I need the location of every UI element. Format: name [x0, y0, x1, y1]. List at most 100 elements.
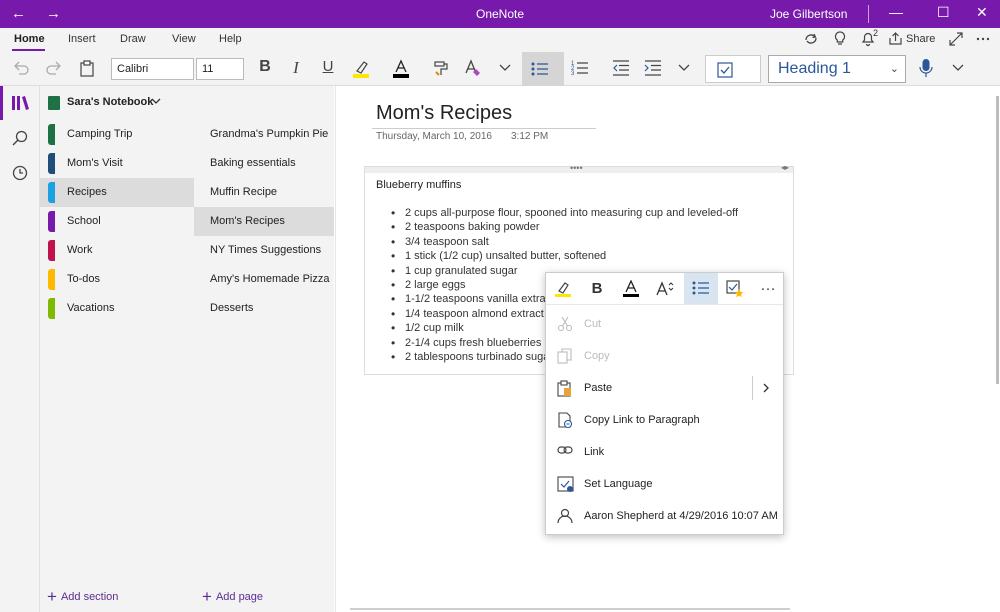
- page-item[interactable]: NY Times Suggestions: [194, 236, 334, 265]
- underline-button[interactable]: U: [317, 58, 339, 75]
- chevron-down-icon[interactable]: [952, 64, 964, 72]
- page-item[interactable]: Baking essentials: [194, 149, 334, 178]
- list-item[interactable]: 1 stick (1/2 cup) unsalted butter, softe…: [391, 249, 738, 264]
- menu-item-link[interactable]: Link: [546, 436, 783, 468]
- font-size-button[interactable]: [648, 273, 682, 304]
- page-title[interactable]: Mom's Recipes: [376, 102, 512, 125]
- font-color-button[interactable]: [614, 273, 648, 304]
- numbered-list-icon[interactable]: 1 2 3: [571, 59, 589, 77]
- highlight-icon: [555, 282, 571, 297]
- expand-icon[interactable]: [949, 32, 963, 46]
- list-item[interactable]: 2 teaspoons baking powder: [391, 220, 738, 235]
- search-icon[interactable]: [12, 130, 28, 146]
- undo-icon[interactable]: [12, 60, 30, 76]
- context-menu: B ··· Cut Copy Paste Copy Link to Paragr…: [545, 272, 784, 535]
- menu-item-author[interactable]: Aaron Shepherd at 4/29/2016 10:07 AM: [546, 500, 783, 532]
- chevron-down-icon[interactable]: [499, 64, 511, 72]
- minimize-icon[interactable]: —: [889, 4, 903, 20]
- list-item[interactable]: 2 cups all-purpose flour, spooned into m…: [391, 206, 738, 221]
- page-item[interactable]: Amy's Homemade Pizza: [194, 265, 334, 294]
- section-color-tab: [48, 211, 55, 232]
- title-underline: [372, 128, 596, 129]
- section-item-to-dos[interactable]: To-dos: [40, 265, 194, 294]
- highlight-icon[interactable]: [352, 59, 370, 79]
- svg-text:3: 3: [571, 71, 575, 77]
- share-button[interactable]: Share: [906, 33, 935, 45]
- tab-view[interactable]: View: [172, 33, 196, 45]
- pages-panel: Grandma's Pumpkin Pie Baking essentials …: [194, 120, 334, 612]
- close-icon[interactable]: ✕: [976, 4, 988, 21]
- notification-count: 2: [873, 28, 879, 38]
- increase-indent-icon[interactable]: [644, 60, 662, 76]
- page-item[interactable]: Muffin Recipe: [194, 178, 334, 207]
- section-item-recipes[interactable]: Recipes: [40, 178, 194, 207]
- more-options-icon[interactable]: [976, 33, 990, 45]
- italic-button[interactable]: I: [285, 58, 307, 78]
- tab-home[interactable]: Home: [14, 33, 45, 45]
- format-painter-icon[interactable]: [434, 59, 452, 77]
- tag-dropdown[interactable]: [705, 55, 761, 83]
- horizontal-scrollbar[interactable]: [350, 608, 790, 610]
- redo-icon[interactable]: [45, 60, 63, 76]
- clipboard-icon[interactable]: [80, 60, 94, 77]
- highlight-button[interactable]: [546, 273, 580, 304]
- page-item[interactable]: Grandma's Pumpkin Pie: [194, 120, 334, 149]
- maximize-icon[interactable]: ☐: [937, 4, 950, 21]
- style-dropdown[interactable]: Heading 1 ⌄: [768, 55, 906, 83]
- page-item-selected[interactable]: Mom's Recipes: [194, 207, 334, 236]
- menu-item-copy-link-to-paragraph[interactable]: Copy Link to Paragraph: [546, 404, 783, 436]
- title-bar: ← → OneNote Joe Gilbertson — ☐ ✕: [0, 0, 1000, 28]
- menu-item-paste[interactable]: Paste: [546, 372, 783, 404]
- font-name-field[interactable]: Calibri: [111, 58, 194, 80]
- recent-clock-icon[interactable]: [12, 165, 28, 181]
- lightbulb-icon[interactable]: [833, 31, 847, 47]
- rail-active-indicator: [0, 86, 3, 120]
- tag-button[interactable]: [718, 273, 752, 304]
- bold-button[interactable]: B: [580, 273, 614, 304]
- menu-item-copy[interactable]: Copy: [546, 340, 783, 372]
- section-item-moms-visit[interactable]: Mom's Visit: [40, 149, 194, 178]
- vertical-scrollbar[interactable]: [996, 96, 999, 384]
- add-page-button[interactable]: + Add page: [202, 585, 263, 606]
- menu-item-label: Link: [584, 446, 605, 458]
- tab-insert[interactable]: Insert: [68, 33, 96, 45]
- list-item[interactable]: 3/4 teaspoon salt: [391, 235, 738, 250]
- section-item-camping-trip[interactable]: Camping Trip: [40, 120, 194, 149]
- bold-button[interactable]: B: [254, 58, 276, 76]
- section-label: School: [67, 215, 101, 227]
- note-heading[interactable]: Blueberry muffins: [376, 179, 461, 191]
- resize-arrows-icon[interactable]: ◂▸: [781, 163, 789, 172]
- page-label: Grandma's Pumpkin Pie: [210, 128, 329, 140]
- add-section-button[interactable]: + Add section: [47, 585, 118, 606]
- chevron-down-icon[interactable]: [678, 64, 690, 72]
- share-icon[interactable]: [888, 32, 904, 46]
- section-item-school[interactable]: School: [40, 207, 194, 236]
- chevron-right-icon[interactable]: [762, 383, 770, 393]
- font-size-field[interactable]: 11: [196, 58, 244, 80]
- font-size-icon: [656, 281, 674, 296]
- user-name[interactable]: Joe Gilbertson: [770, 7, 847, 21]
- menu-item-set-language[interactable]: Set Language: [546, 468, 783, 500]
- more-button[interactable]: ···: [751, 273, 785, 304]
- title-separator: [868, 5, 869, 23]
- clear-formatting-icon[interactable]: [464, 59, 484, 77]
- context-menu-toolbar: B ···: [546, 273, 783, 305]
- menu-item-cut[interactable]: Cut: [546, 308, 783, 340]
- plus-icon: +: [47, 587, 57, 606]
- font-color-icon: [623, 279, 639, 297]
- dictate-microphone-icon[interactable]: [919, 58, 933, 78]
- tab-help[interactable]: Help: [219, 33, 242, 45]
- section-item-vacations[interactable]: Vacations: [40, 294, 194, 323]
- sync-icon[interactable]: [803, 31, 819, 47]
- decrease-indent-icon[interactable]: [612, 60, 630, 76]
- note-container-handle[interactable]: •••• ◂▸: [365, 163, 793, 173]
- bullets-button[interactable]: [684, 273, 718, 304]
- section-item-work[interactable]: Work: [40, 236, 194, 265]
- page-item[interactable]: Desserts: [194, 294, 334, 323]
- bullet-list-icon[interactable]: [531, 61, 549, 77]
- notebook-selector[interactable]: Sara's Notebook: [40, 86, 334, 120]
- notebooks-icon[interactable]: [11, 95, 29, 111]
- drag-grip-icon[interactable]: ••••: [570, 163, 583, 173]
- font-color-icon[interactable]: [392, 59, 410, 79]
- tab-draw[interactable]: Draw: [120, 33, 146, 45]
